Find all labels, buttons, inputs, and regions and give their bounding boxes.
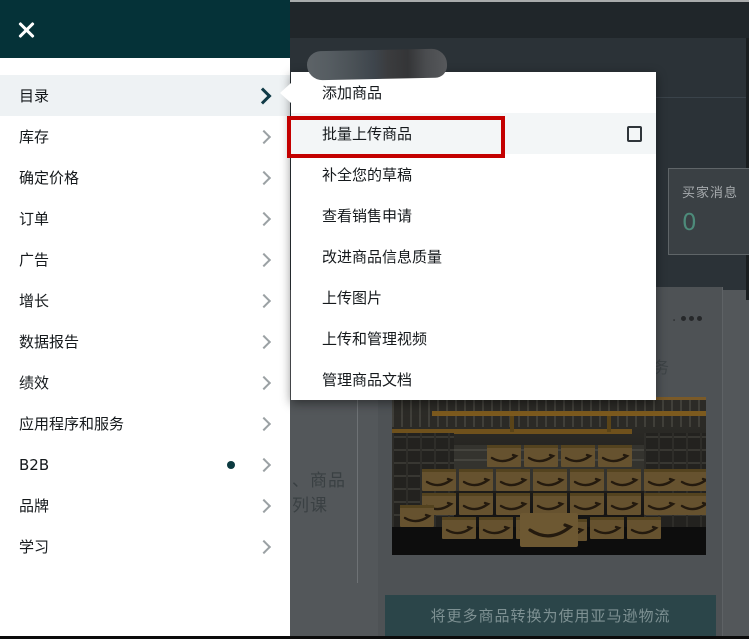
warehouse-illustration [392,397,706,555]
sidebar-item-label: 品牌 [19,495,259,516]
chevron-right-icon [257,498,271,512]
sidebar-item-learn[interactable]: 学习 [0,526,290,567]
submenu-item-bulk-upload[interactable]: 批量上传商品 [291,113,656,154]
notification-dot-icon [227,461,235,469]
chevron-right-icon [257,539,271,553]
submenu-item-manage-product-documents[interactable]: 管理商品文档 [291,359,656,400]
submenu-item-view-selling-applications[interactable]: 查看销售申请 [291,195,656,236]
sidebar-item-brands[interactable]: 品牌 [0,485,290,526]
sidebar-item-advertising[interactable]: 广告 [0,239,290,280]
sidebar-item-b2b[interactable]: B2B [0,444,290,485]
buyer-messages-label: 买家消息 [682,182,749,201]
submenu-item-label: 上传图片 [322,287,642,308]
sidebar-item-label: 数据报告 [19,331,259,352]
sidebar-item-label: 库存 [19,126,259,147]
sidebar-item-label: B2B [19,456,227,474]
sidebar-header [0,0,290,58]
close-icon[interactable] [17,21,35,39]
redaction-scribble [307,49,448,81]
chevron-right-icon [257,334,271,348]
sidebar-item-catalog[interactable]: 目录 [0,75,290,116]
sidebar-item-label: 应用程序和服务 [19,413,259,434]
sidebar-item-label: 广告 [19,249,259,270]
sidebar-item-label: 确定价格 [19,167,259,188]
chevron-right-icon [257,170,271,184]
submenu-item-label: 批量上传商品 [322,123,627,144]
sidebar-item-label: 订单 [19,208,259,229]
submenu-item-label: 上传和管理视频 [322,328,642,349]
buyer-messages-count: 0 [682,210,749,236]
sidebar-menu: 目录 库存 确定价格 订单 广告 增长 [0,75,290,567]
submenu-item-improve-listing-quality[interactable]: 改进商品信息质量 [291,236,656,277]
chevron-right-icon [257,416,271,430]
sidebar-item-growth[interactable]: 增长 [0,280,290,321]
dimmed-top-navbar [290,0,749,38]
sidebar-item-label: 增长 [19,290,259,311]
submenu-item-upload-images[interactable]: 上传图片 [291,277,656,318]
sidebar-item-inventory[interactable]: 库存 [0,116,290,157]
submenu-item-upload-manage-videos[interactable]: 上传和管理视频 [291,318,656,359]
open-in-window-icon [627,126,642,142]
main-menu-sidebar: 目录 库存 确定价格 订单 广告 增长 [0,0,290,639]
sidebar-item-performance[interactable]: 绩效 [0,362,290,403]
promo-banner[interactable]: 将更多商品转换为使用亚马逊物流 [385,595,716,636]
screen: 买家消息 0 . . 务 、商品 列课 [0,0,749,639]
sidebar-item-label: 绩效 [19,372,259,393]
chevron-right-icon [257,457,271,471]
catalog-submenu: 添加商品 批量上传商品 补全您的草稿 查看销售申请 改进商品信息质量 上传图片 … [291,72,656,400]
chevron-right-icon [257,252,271,266]
sidebar-item-label: 学习 [19,536,259,557]
sidebar-item-label: 目录 [19,85,257,106]
submenu-item-label: 查看销售申请 [322,205,642,226]
window-top-edge [290,0,749,2]
text-fragment-line2: 列课 [292,491,328,516]
sidebar-item-orders[interactable]: 订单 [0,198,290,239]
submenu-item-label: 补全您的草稿 [322,164,642,185]
submenu-item-label: 添加商品 [322,82,642,103]
chevron-right-icon [257,293,271,307]
buyer-messages-card: 买家消息 0 [668,168,749,255]
promo-banner-text: 将更多商品转换为使用亚马逊物流 [430,605,670,626]
chevron-right-icon [257,211,271,225]
chevron-right-icon [255,87,272,104]
chevron-right-icon [257,129,271,143]
chevron-right-icon [257,375,271,389]
sidebar-item-pricing[interactable]: 确定价格 [0,157,290,198]
submenu-item-complete-drafts[interactable]: 补全您的草稿 [291,154,656,195]
submenu-item-label: 改进商品信息质量 [322,246,642,267]
ellipsis-menu-icon[interactable] [681,316,702,321]
sidebar-item-reports[interactable]: 数据报告 [0,321,290,362]
submenu-item-label: 管理商品文档 [322,369,642,390]
text-fragment-line1: 、商品 [292,466,346,491]
submenu-pointer [280,83,291,103]
sidebar-item-apps-services[interactable]: 应用程序和服务 [0,403,290,444]
